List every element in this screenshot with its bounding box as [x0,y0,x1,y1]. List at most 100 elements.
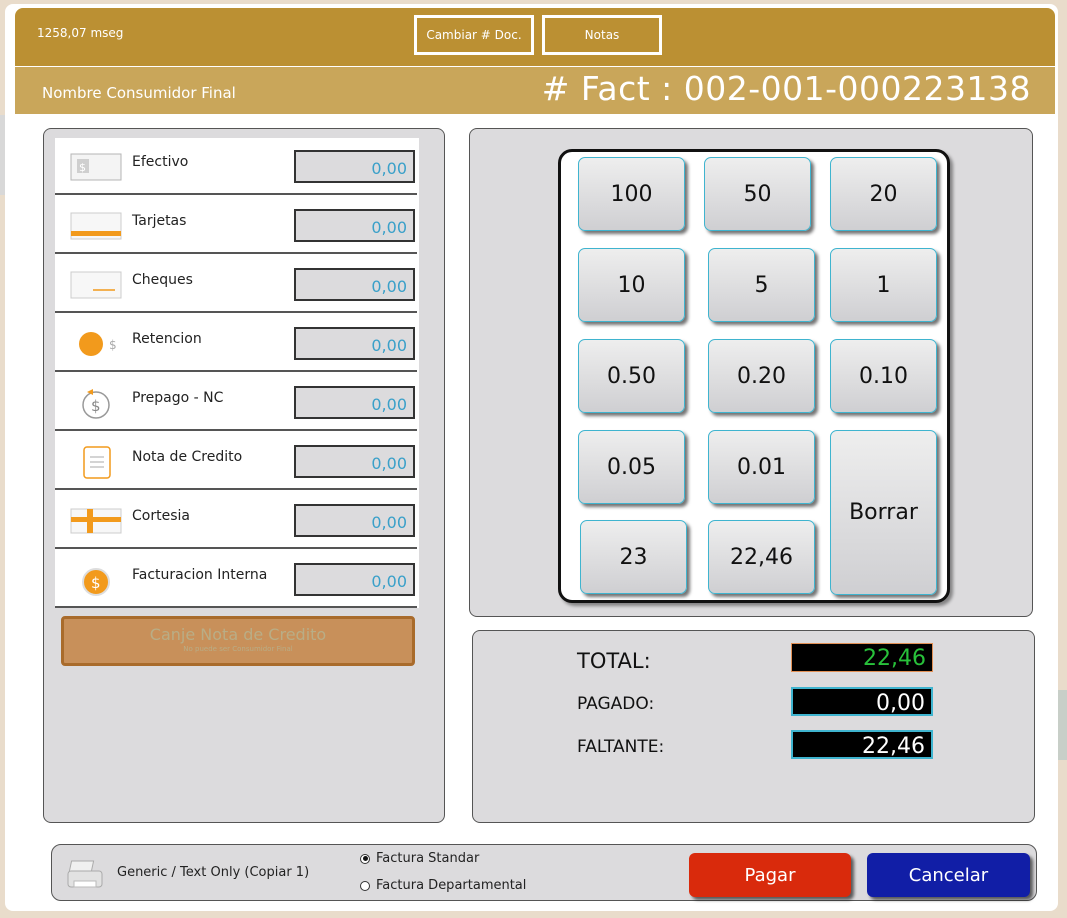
canje-subtitle: No puede ser Consumidor Final [183,645,293,653]
dollar-coin-icon: $ [69,563,123,597]
svg-text:$: $ [109,338,117,352]
cash-icon: $ [69,150,123,184]
radio-button-checked[interactable] [360,853,370,864]
card-icon [69,209,123,243]
footer-bar: Generic / Text Only (Copiar 1) Factura S… [51,844,1037,901]
radio-button[interactable] [360,880,370,891]
radio-label: Factura Standar [376,851,480,866]
payment-window: 1258,07 mseg Cambiar # Doc. Notas Nombre… [5,4,1058,911]
paid-value: 0,00 [791,687,933,716]
printer-label: Generic / Text Only (Copiar 1) [117,865,310,880]
change-doc-button[interactable]: Cambiar # Doc. [414,15,534,55]
payment-row-cortesia[interactable]: Cortesia 0,00 [55,492,417,549]
key-label: 10 [617,272,646,298]
clear-button[interactable]: Borrar [830,430,937,595]
payment-label: Cheques [132,272,193,288]
notes-label: Notas [584,28,620,42]
key-20[interactable]: 20 [830,157,937,231]
payment-label: Prepago - NC [132,390,224,406]
radio-factura-standar[interactable]: Factura Standar [360,851,479,866]
cancel-button[interactable]: Cancelar [867,853,1030,897]
pay-label: Pagar [744,864,796,886]
notes-button[interactable]: Notas [542,15,662,55]
key-label: 20 [869,181,898,207]
key-10[interactable]: 10 [578,248,685,322]
key-100[interactable]: 100 [578,157,685,231]
customer-bar: Nombre Consumidor Final # Fact : 002-001… [15,67,1055,114]
key-label: Borrar [849,500,918,525]
key-label: 0.10 [859,363,908,389]
key-0-01[interactable]: 0.01 [708,430,815,504]
key-label: 100 [610,181,653,207]
payment-amount-field[interactable]: 0,00 [294,504,415,537]
missing-label: FALTANTE: [577,737,665,757]
pay-button[interactable]: Pagar [689,853,851,897]
payment-row-efectivo[interactable]: $ Efectivo 0,00 [55,138,417,195]
payment-amount-field[interactable]: 0,00 [294,327,415,360]
key-23[interactable]: 23 [580,520,687,594]
key-0-05[interactable]: 0.05 [578,430,685,504]
check-icon [69,268,123,302]
svg-text:$: $ [91,397,101,415]
cancel-label: Cancelar [908,864,989,886]
key-0-10[interactable]: 0.10 [830,339,937,413]
svg-text:$: $ [79,161,86,174]
payment-amount-field[interactable]: 0,00 [294,563,415,596]
key-0-20[interactable]: 0.20 [708,339,815,413]
key-label: 0.01 [737,454,786,480]
key-5[interactable]: 5 [708,248,815,322]
payment-methods-list: $ Efectivo 0,00 Tarjetas 0,00 Cheques 0,… [55,138,419,608]
payment-row-facturacion-interna[interactable]: $ Facturacion Interna 0,00 [55,551,417,608]
customer-name: Nombre Consumidor Final [42,84,236,102]
radio-factura-departamental[interactable]: Factura Departamental [360,878,526,893]
document-icon [69,445,123,479]
payment-label: Nota de Credito [132,449,243,465]
payment-row-nota-credito[interactable]: Nota de Credito 0,00 [55,433,417,490]
timing-label: 1258,07 mseg [37,26,124,40]
key-0-50[interactable]: 0.50 [578,339,685,413]
radio-label: Factura Departamental [376,878,527,893]
payment-row-prepago[interactable]: $ Prepago - NC 0,00 [55,374,417,431]
key-1[interactable]: 1 [830,248,937,322]
key-label: 0.20 [737,363,786,389]
payment-row-tarjetas[interactable]: Tarjetas 0,00 [55,197,417,254]
missing-value: 22,46 [791,730,933,759]
paid-label: PAGADO: [577,694,655,714]
total-label: TOTAL: [577,649,651,673]
key-22-46[interactable]: 22,46 [708,520,815,594]
payment-row-retencion[interactable]: $ Retencion 0,00 [55,315,417,372]
invoice-number: # Fact : 002-001-000223138 [541,69,1031,108]
prepaid-icon: $ [69,386,123,420]
key-label: 22,46 [730,544,793,570]
key-label: 0.05 [607,454,656,480]
canje-title: Canje Nota de Credito [149,625,327,644]
key-label: 0.50 [607,363,656,389]
payment-label: Efectivo [132,154,189,170]
payment-amount-field[interactable]: 0,00 [294,445,415,478]
total-value: 22,46 [791,643,933,672]
canje-nota-credito-button[interactable]: Canje Nota de Credito No puede ser Consu… [61,616,415,666]
printer-icon [66,859,106,895]
payment-amount-field[interactable]: 0,00 [294,150,415,183]
payment-row-cheques[interactable]: Cheques 0,00 [55,256,417,313]
payment-label: Tarjetas [132,213,187,229]
payment-label: Cortesia [132,508,190,524]
key-label: 50 [743,181,772,207]
key-label: 23 [619,544,648,570]
change-doc-label: Cambiar # Doc. [426,28,522,42]
payment-amount-field[interactable]: 0,00 [294,209,415,242]
key-label: 1 [876,272,891,298]
coin-icon: $ [69,327,123,361]
totals-panel [472,630,1035,823]
payment-amount-field[interactable]: 0,00 [294,268,415,301]
gift-icon [69,504,123,538]
payment-amount-field[interactable]: 0,00 [294,386,415,419]
key-50[interactable]: 50 [704,157,811,231]
keypad: 100 50 20 10 5 1 0.50 0.20 0.10 0.05 0.0… [558,149,950,603]
payment-label: Facturacion Interna [132,567,268,583]
top-bar: 1258,07 mseg Cambiar # Doc. Notas [15,8,1055,66]
key-label: 5 [754,272,769,298]
background-app-strip [1058,690,1067,760]
svg-text:$: $ [91,574,101,592]
payment-label: Retencion [132,331,202,347]
